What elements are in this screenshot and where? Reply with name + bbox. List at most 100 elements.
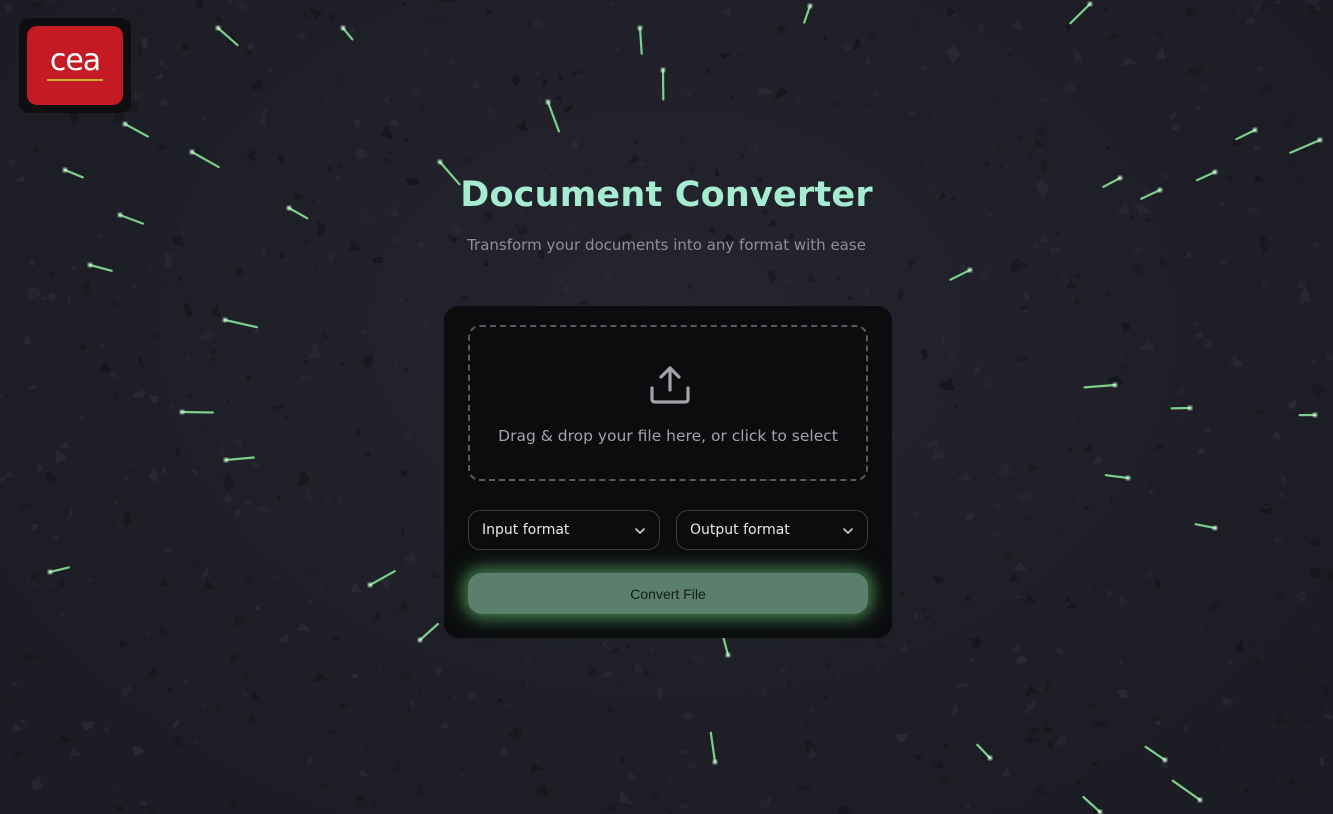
background-speckle xyxy=(1028,153,1035,162)
background-speckle xyxy=(147,806,157,814)
background-speckle xyxy=(57,579,67,587)
background-speckle xyxy=(1005,162,1012,170)
background-speckle xyxy=(956,471,971,481)
background-speckle xyxy=(1010,641,1021,654)
output-format-select[interactable]: Output format xyxy=(676,510,868,550)
background-speckle xyxy=(1197,624,1204,628)
background-speckle xyxy=(867,107,872,113)
background-streak-head xyxy=(1097,809,1103,814)
background-speckle xyxy=(767,219,778,227)
convert-file-button[interactable]: Convert File xyxy=(468,573,868,614)
background-speckle xyxy=(146,467,160,483)
background-streak-head xyxy=(1125,475,1131,481)
background-speckle xyxy=(470,80,482,89)
background-speckle xyxy=(988,383,995,388)
background-speckle xyxy=(210,19,215,23)
background-streak xyxy=(1235,128,1257,141)
background-speckle xyxy=(393,324,396,329)
background-speckle xyxy=(483,260,489,266)
background-speckle xyxy=(299,373,315,382)
background-speckle xyxy=(864,284,871,296)
background-speckle xyxy=(983,379,989,389)
background-speckle xyxy=(156,142,167,152)
background-speckle xyxy=(211,650,215,653)
background-speckle xyxy=(1220,259,1227,265)
background-speckle xyxy=(960,259,967,271)
background-speckle xyxy=(404,708,414,715)
background-speckle xyxy=(5,5,13,14)
background-speckle xyxy=(708,226,715,234)
background-speckle xyxy=(503,50,508,54)
background-speckle xyxy=(210,302,222,318)
background-speckle xyxy=(241,671,250,681)
background-speckle xyxy=(315,720,320,730)
background-speckle xyxy=(523,654,533,660)
background-speckle xyxy=(401,136,411,142)
background-speckle xyxy=(1041,722,1053,735)
input-format-select[interactable]: Input format xyxy=(468,510,660,550)
background-speckle xyxy=(185,353,193,362)
background-speckle xyxy=(1023,292,1031,301)
background-speckle xyxy=(139,801,148,806)
background-speckle xyxy=(913,754,922,761)
background-speckle xyxy=(499,286,504,292)
background-speckle xyxy=(123,476,131,482)
background-streak xyxy=(224,456,255,462)
background-streak-head xyxy=(1252,127,1258,133)
background-streak-head xyxy=(987,755,993,761)
background-speckle xyxy=(921,614,932,621)
background-speckle xyxy=(272,573,277,579)
background-speckle xyxy=(297,469,311,487)
background-streak-head xyxy=(122,121,128,127)
background-speckle xyxy=(338,495,343,504)
background-streak-head xyxy=(87,262,93,268)
background-speckle xyxy=(184,508,191,512)
background-speckle xyxy=(1248,642,1250,648)
background-speckle xyxy=(1324,352,1333,361)
background-speckle xyxy=(241,687,250,699)
background-speckle xyxy=(382,157,392,164)
background-speckle xyxy=(735,45,745,54)
background-speckle xyxy=(303,487,314,500)
background-speckle xyxy=(415,533,420,536)
background-speckle xyxy=(1019,687,1024,691)
background-speckle xyxy=(403,551,418,566)
background-streak xyxy=(418,622,439,642)
background-speckle xyxy=(140,38,148,48)
background-speckle xyxy=(336,701,348,709)
background-speckle xyxy=(1106,146,1111,152)
background-speckle xyxy=(1062,79,1078,93)
background-speckle xyxy=(222,493,232,503)
background-speckle xyxy=(1242,787,1249,792)
background-speckle xyxy=(6,695,11,701)
background-speckle xyxy=(408,52,412,55)
background-speckle xyxy=(353,378,356,383)
background-speckle xyxy=(439,21,443,24)
background-speckle xyxy=(1093,453,1103,465)
background-speckle xyxy=(1024,539,1027,544)
background-speckle xyxy=(117,639,128,648)
background-speckle xyxy=(704,65,710,74)
background-speckle xyxy=(316,585,323,595)
file-dropzone[interactable]: Drag & drop your file here, or click to … xyxy=(468,325,868,481)
background-speckle xyxy=(449,57,458,64)
background-speckle xyxy=(570,69,583,76)
background-speckle xyxy=(698,266,712,274)
background-speckle xyxy=(1291,587,1295,592)
background-speckle xyxy=(1261,280,1270,288)
background-speckle xyxy=(359,128,362,131)
background-speckle xyxy=(1015,353,1029,362)
background-speckle xyxy=(154,333,161,338)
background-speckle xyxy=(931,759,945,770)
background-speckle xyxy=(1111,523,1118,526)
background-speckle xyxy=(1014,561,1028,572)
background-speckle xyxy=(1121,322,1131,332)
background-speckle xyxy=(1291,164,1296,169)
background-speckle xyxy=(39,296,47,300)
background-speckle xyxy=(401,527,406,536)
background-speckle xyxy=(729,94,734,101)
background-speckle xyxy=(382,93,392,105)
background-speckle xyxy=(149,395,160,404)
background-speckle xyxy=(529,763,544,772)
background-speckle xyxy=(132,92,144,103)
